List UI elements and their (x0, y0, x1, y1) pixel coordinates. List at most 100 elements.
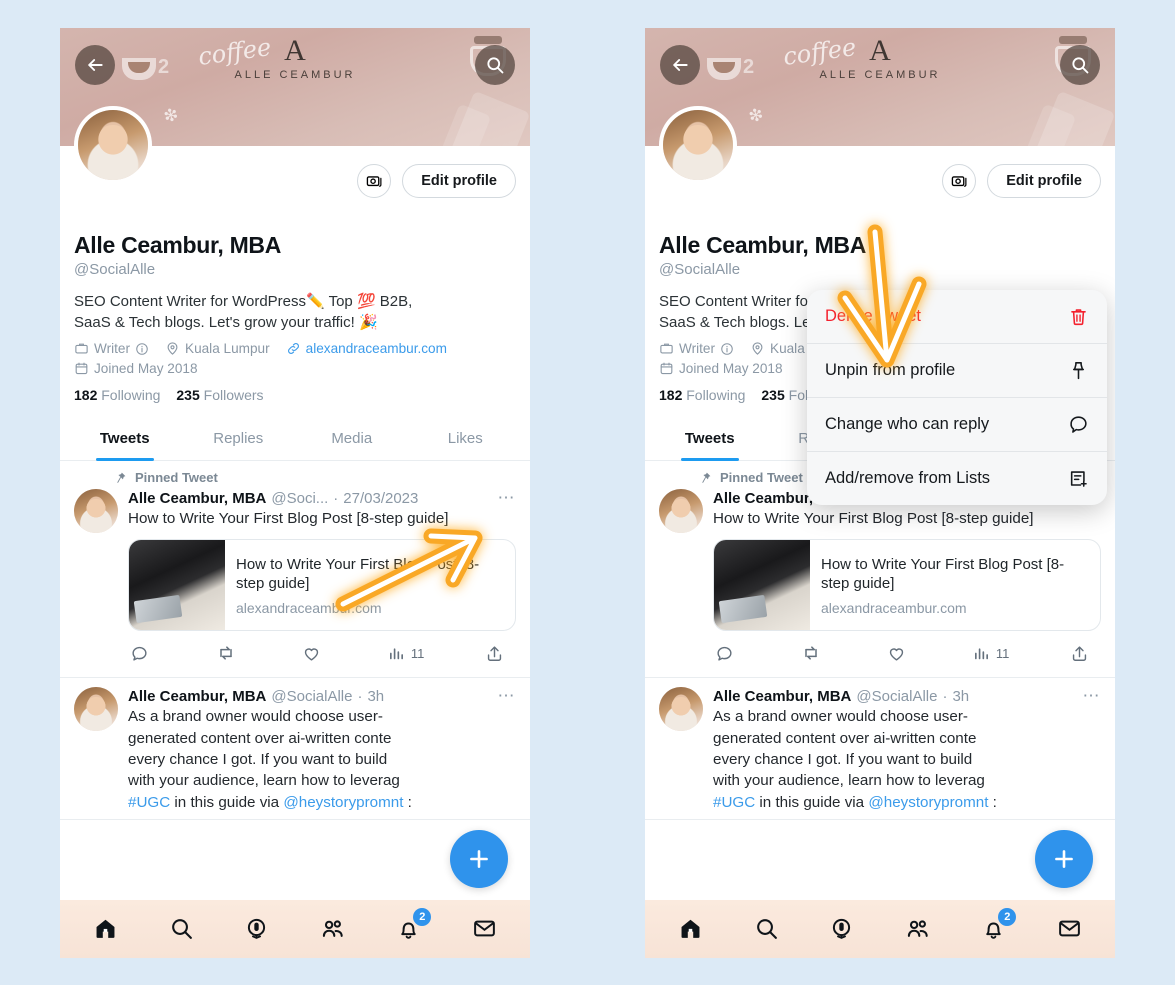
back-button[interactable] (660, 44, 700, 85)
nav-home[interactable] (93, 916, 118, 941)
reply-button[interactable] (130, 644, 155, 663)
edit-profile-button[interactable]: Edit profile (987, 163, 1101, 198)
camera-button[interactable] (357, 163, 392, 198)
avatar[interactable] (659, 105, 737, 184)
tweet-text-line-4: with your audience, learn how to leverag (128, 772, 400, 790)
following-stat[interactable]: 182 Following (74, 387, 160, 403)
views-button[interactable]: 11 (388, 645, 424, 662)
mention-heystorypromnt[interactable]: @heystorypromnt (868, 794, 988, 811)
hashtag-ugc[interactable]: #UGC (713, 794, 755, 811)
edit-profile-label: Edit profile (1006, 172, 1082, 189)
link-card-text: How to Write Your First Blog Post [8-ste… (810, 540, 1100, 630)
website-link[interactable]: alexandraceambur.com (306, 341, 447, 356)
menu-item-unpin-from-profile[interactable]: Unpin from profile (807, 342, 1107, 397)
brand-name-label: ALLE CEAMBUR (819, 68, 941, 81)
analytics-bar-icon (389, 648, 403, 660)
tab-tweets[interactable]: Tweets (68, 419, 182, 460)
followers-stat[interactable]: 235 Followers (176, 387, 263, 403)
pinned-tweet-body: Alle Ceambur, MBA @Soci... · 27/03/2023 … (659, 489, 1101, 671)
back-button[interactable] (75, 44, 115, 85)
home-icon (681, 919, 700, 938)
retweet-button[interactable] (801, 643, 827, 663)
following-stat[interactable]: 182 Following (659, 387, 745, 403)
back-arrow-icon (88, 58, 103, 71)
tweet-separator: · (357, 688, 363, 706)
bio-line-2: SaaS & Tech blogs. Let's grow your traff… (74, 313, 378, 331)
avatar[interactable] (659, 687, 703, 732)
retweet-button[interactable] (216, 643, 242, 663)
nav-home[interactable] (678, 916, 703, 941)
menu-item-label: Change who can reply (825, 414, 990, 433)
like-button[interactable] (887, 644, 912, 663)
microphone-icon (833, 918, 851, 939)
reply-button[interactable] (715, 644, 740, 663)
edit-profile-button[interactable]: Edit profile (402, 163, 516, 198)
tweet-author: Alle Ceambur, MBA (128, 688, 267, 706)
tweet-text: How to Write Your First Blog Post [8-ste… (128, 510, 449, 528)
like-button[interactable] (302, 644, 327, 663)
nav-communities[interactable] (320, 916, 346, 942)
pin-icon (117, 472, 126, 483)
info-icon[interactable] (720, 342, 734, 356)
second-tweet-content: Alle Ceambur, MBA @SocialAlle · 3h ⋯ As … (713, 687, 1101, 812)
tab-media[interactable]: Media (295, 419, 409, 460)
avatar[interactable] (659, 489, 703, 534)
link-card-thumbnail (129, 540, 225, 631)
pinned-tweet[interactable]: Pinned Tweet Alle Ceambur, MBA @Soci... … (60, 461, 530, 679)
tab-likes[interactable]: Likes (409, 419, 523, 460)
tweet-more-options-button[interactable]: ⋯ (1083, 687, 1102, 704)
hashtag-ugc[interactable]: #UGC (128, 794, 170, 811)
nav-communities[interactable] (905, 916, 931, 942)
tweet-author: Alle Ceambur, MBA (128, 490, 267, 508)
search-icon (171, 919, 192, 939)
tweet-more-options-button[interactable]: ⋯ (498, 489, 517, 506)
mention-heystorypromnt[interactable]: @heystorypromnt (283, 794, 403, 811)
menu-item-add-remove-from-lists[interactable]: Add/remove from Lists (807, 450, 1107, 505)
search-button[interactable] (475, 44, 515, 85)
tweet-time: 3h (952, 688, 970, 706)
tab-tweets[interactable]: Tweets (653, 419, 767, 460)
nav-notifications[interactable]: 2 (981, 908, 1017, 941)
views-button[interactable]: 11 (973, 645, 1010, 662)
link-preview-card[interactable]: How to Write Your First Blog Post [8-ste… (128, 539, 516, 632)
menu-item-change-who-can-reply[interactable]: Change who can reply (807, 396, 1107, 451)
menu-item-delete-tweet[interactable]: Delete Tweet (807, 290, 1107, 343)
nav-messages[interactable] (472, 916, 497, 941)
nav-search[interactable] (169, 916, 194, 941)
views-count: 11 (995, 645, 1010, 661)
link-card-title: How to Write Your First Blog Post [8-ste… (236, 556, 480, 593)
camera-photos-icon (366, 176, 382, 187)
tweet-text: As a brand owner would choose user- gene… (713, 706, 1101, 812)
info-icon[interactable] (135, 342, 149, 356)
nav-spaces[interactable] (829, 916, 854, 941)
occupation-meta: Writer (659, 341, 734, 356)
user-handle: @SocialAlle (74, 260, 156, 278)
second-tweet[interactable]: Alle Ceambur, MBA @SocialAlle · 3h ⋯ As … (60, 678, 530, 820)
nav-notifications[interactable]: 2 (396, 908, 432, 941)
nav-spaces[interactable] (244, 916, 269, 941)
website-meta[interactable]: alexandraceambur.com (286, 341, 447, 356)
camera-button[interactable] (942, 163, 977, 198)
nav-search[interactable] (754, 916, 779, 941)
avatar[interactable] (74, 687, 118, 732)
bottom-navigation: 2 (60, 899, 530, 958)
tweet-context-menu: Delete Tweet Unpin from profile Change w… (807, 289, 1107, 505)
tab-replies[interactable]: Replies (182, 419, 296, 460)
search-button[interactable] (1060, 44, 1100, 85)
share-button[interactable] (485, 644, 504, 663)
back-arrow-icon (673, 58, 688, 71)
tweet-handle: @SocialAlle (271, 688, 353, 706)
second-tweet[interactable]: Alle Ceambur, MBA @SocialAlle · 3h ⋯ As … (645, 678, 1115, 820)
compose-tweet-button[interactable] (450, 829, 508, 888)
avatar[interactable] (74, 489, 118, 534)
compose-tweet-button[interactable] (1035, 829, 1093, 888)
tweet-text-line-4: with your audience, learn how to leverag (713, 772, 985, 790)
avatar[interactable] (74, 105, 152, 184)
joined-label: Joined May 2018 (679, 361, 783, 377)
link-preview-card[interactable]: How to Write Your First Blog Post [8-ste… (713, 539, 1101, 632)
profile-header: Edit profile (60, 105, 530, 232)
tweet-more-options-button[interactable]: ⋯ (498, 687, 517, 704)
share-button[interactable] (1070, 644, 1089, 663)
joined-meta: Joined May 2018 (659, 361, 783, 376)
nav-messages[interactable] (1057, 916, 1082, 941)
